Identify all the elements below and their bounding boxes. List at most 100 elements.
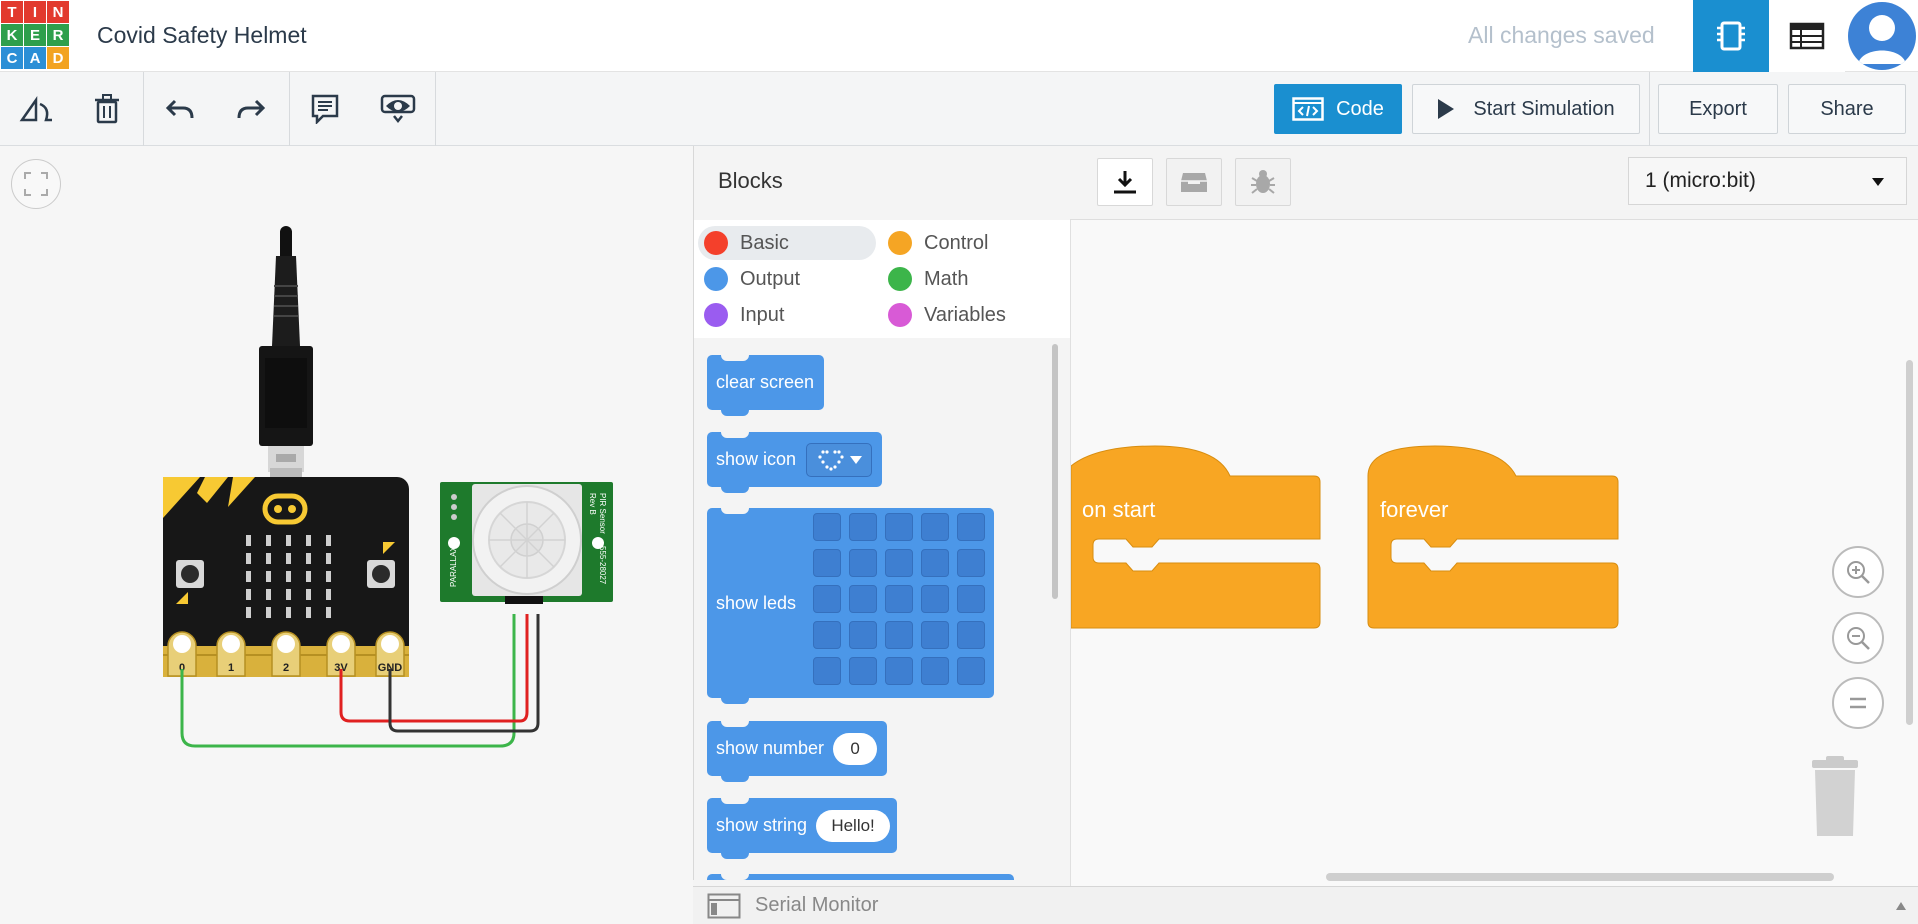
rotate-button[interactable] — [12, 85, 60, 133]
zoom-in-icon — [1847, 561, 1870, 584]
logo-letter: R — [47, 24, 69, 46]
block-clear-screen[interactable]: clear screen — [707, 354, 824, 416]
toolbar: Code Start Simulation Export Share — [0, 72, 1918, 146]
icon-dropdown[interactable] — [806, 442, 873, 477]
led-editor-grid[interactable] — [813, 513, 985, 685]
library-button[interactable] — [1166, 158, 1222, 206]
sensor-brand: PARALLAX — [449, 546, 458, 587]
delete-button[interactable] — [83, 85, 131, 133]
download-icon — [1114, 171, 1136, 194]
archive-icon — [1181, 173, 1207, 192]
bug-icon — [1251, 170, 1275, 194]
code-workspace[interactable]: on start forever — [1070, 220, 1918, 886]
workspace-blocks — [1071, 445, 1619, 629]
logo-letter: A — [24, 47, 46, 69]
logo-letter: T — [1, 1, 23, 23]
device-select[interactable]: 1 (micro:bit) — [1628, 157, 1907, 205]
undo-button[interactable] — [156, 85, 204, 133]
chip-icon — [1717, 21, 1745, 51]
logo-letter: I — [24, 1, 46, 23]
caret-up-icon — [1896, 902, 1906, 910]
on-start-block[interactable] — [1071, 445, 1321, 629]
block-label: show leds — [716, 592, 797, 613]
category-label: Basic — [740, 231, 789, 254]
category-input[interactable]: Input — [698, 298, 784, 332]
logo-letter: C — [1, 47, 23, 69]
notes-icon — [311, 94, 339, 124]
category-output[interactable]: Output — [698, 262, 800, 296]
blocks-title: Blocks — [718, 168, 783, 193]
start-simulation-button[interactable]: Start Simulation — [1412, 84, 1640, 134]
project-title[interactable]: Covid Safety Helmet — [97, 22, 307, 49]
block-show-string[interactable]: show string Hello! — [707, 797, 897, 859]
category-variables[interactable]: Variables — [882, 298, 1006, 332]
zoom-out-icon — [1847, 627, 1870, 650]
device-select-value: 1 (micro:bit) — [1645, 169, 1756, 192]
toolbar-divider — [289, 72, 290, 146]
block-categories: Basic Control Output Math Input Variable… — [694, 220, 1071, 338]
forever-block[interactable] — [1367, 445, 1619, 629]
debugger-button[interactable] — [1235, 158, 1291, 206]
equals-icon — [1850, 697, 1866, 709]
string-input[interactable]: Hello! — [816, 809, 891, 842]
category-label: Control — [924, 231, 989, 254]
vertical-scrollbar[interactable] — [1906, 360, 1913, 725]
category-basic[interactable]: Basic — [698, 226, 876, 260]
toolbar-divider — [1649, 72, 1650, 146]
export-button[interactable]: Export — [1658, 84, 1778, 134]
download-button[interactable] — [1097, 158, 1153, 206]
logo-letter: N — [47, 1, 69, 23]
code-icon — [1292, 97, 1324, 121]
terminal-icon — [707, 893, 741, 918]
zoom-in-button[interactable] — [1832, 546, 1884, 598]
user-avatar[interactable] — [1848, 2, 1916, 70]
block-label: show icon — [716, 449, 797, 469]
circuit-canvas[interactable]: 0 1 2 3V GND PARALLAX PIR Sensor Rev B 5… — [0, 146, 693, 924]
category-control[interactable]: Control — [882, 226, 988, 260]
category-dot — [888, 267, 912, 291]
category-dot — [704, 267, 728, 291]
zoom-out-button[interactable] — [1832, 612, 1884, 664]
notes-button[interactable] — [301, 85, 349, 133]
toolbar-divider — [435, 72, 436, 146]
logo-letter: D — [47, 47, 69, 69]
logo-letter: K — [1, 24, 23, 46]
code-button[interactable]: Code — [1274, 84, 1402, 134]
microbit-board[interactable]: 0 1 2 3V GND — [163, 468, 409, 677]
category-label: Variables — [924, 303, 1006, 326]
heart-icon — [818, 449, 844, 471]
block-label: show number — [716, 738, 825, 758]
code-label: Code — [1336, 97, 1384, 120]
trash-can-icon[interactable] — [1802, 756, 1868, 838]
category-dot — [888, 231, 912, 255]
block-show-number[interactable]: show number 0 — [707, 720, 887, 782]
pin-label: 1 — [228, 662, 234, 674]
horizontal-scrollbar[interactable] — [1326, 873, 1834, 881]
block-show-icon[interactable]: show icon — [707, 431, 882, 493]
pir-sensor[interactable]: PARALLAX PIR Sensor Rev B 555-28027 — [440, 482, 613, 604]
forever-label: forever — [1380, 497, 1449, 522]
block-show-leds[interactable]: show leds — [707, 507, 994, 704]
number-input[interactable]: 0 — [833, 732, 878, 765]
redo-button[interactable] — [227, 85, 275, 133]
serial-monitor-bar[interactable]: Serial Monitor — [693, 886, 1918, 924]
redo-icon — [237, 99, 266, 119]
category-math[interactable]: Math — [882, 262, 968, 296]
eye-icon — [380, 94, 416, 124]
visibility-button[interactable] — [374, 85, 422, 133]
usb-cable[interactable] — [259, 226, 313, 472]
palette-scrollbar[interactable] — [1052, 344, 1058, 599]
reset-zoom-button[interactable] — [1832, 677, 1884, 729]
component-list-button[interactable] — [1769, 0, 1845, 72]
sensor-name: PIR Sensor — [598, 493, 607, 534]
rotate-icon — [19, 96, 52, 122]
share-button[interactable]: Share — [1788, 84, 1906, 134]
user-icon — [1858, 15, 1906, 64]
trash-icon — [95, 94, 119, 124]
tinkercad-logo[interactable]: T I N K E R C A D — [0, 0, 69, 69]
serial-monitor-label: Serial Monitor — [755, 894, 879, 916]
category-label: Input — [740, 303, 785, 326]
undo-icon — [165, 99, 194, 119]
chevron-down-icon — [1872, 178, 1884, 186]
circuit-view-button[interactable] — [1693, 0, 1769, 72]
